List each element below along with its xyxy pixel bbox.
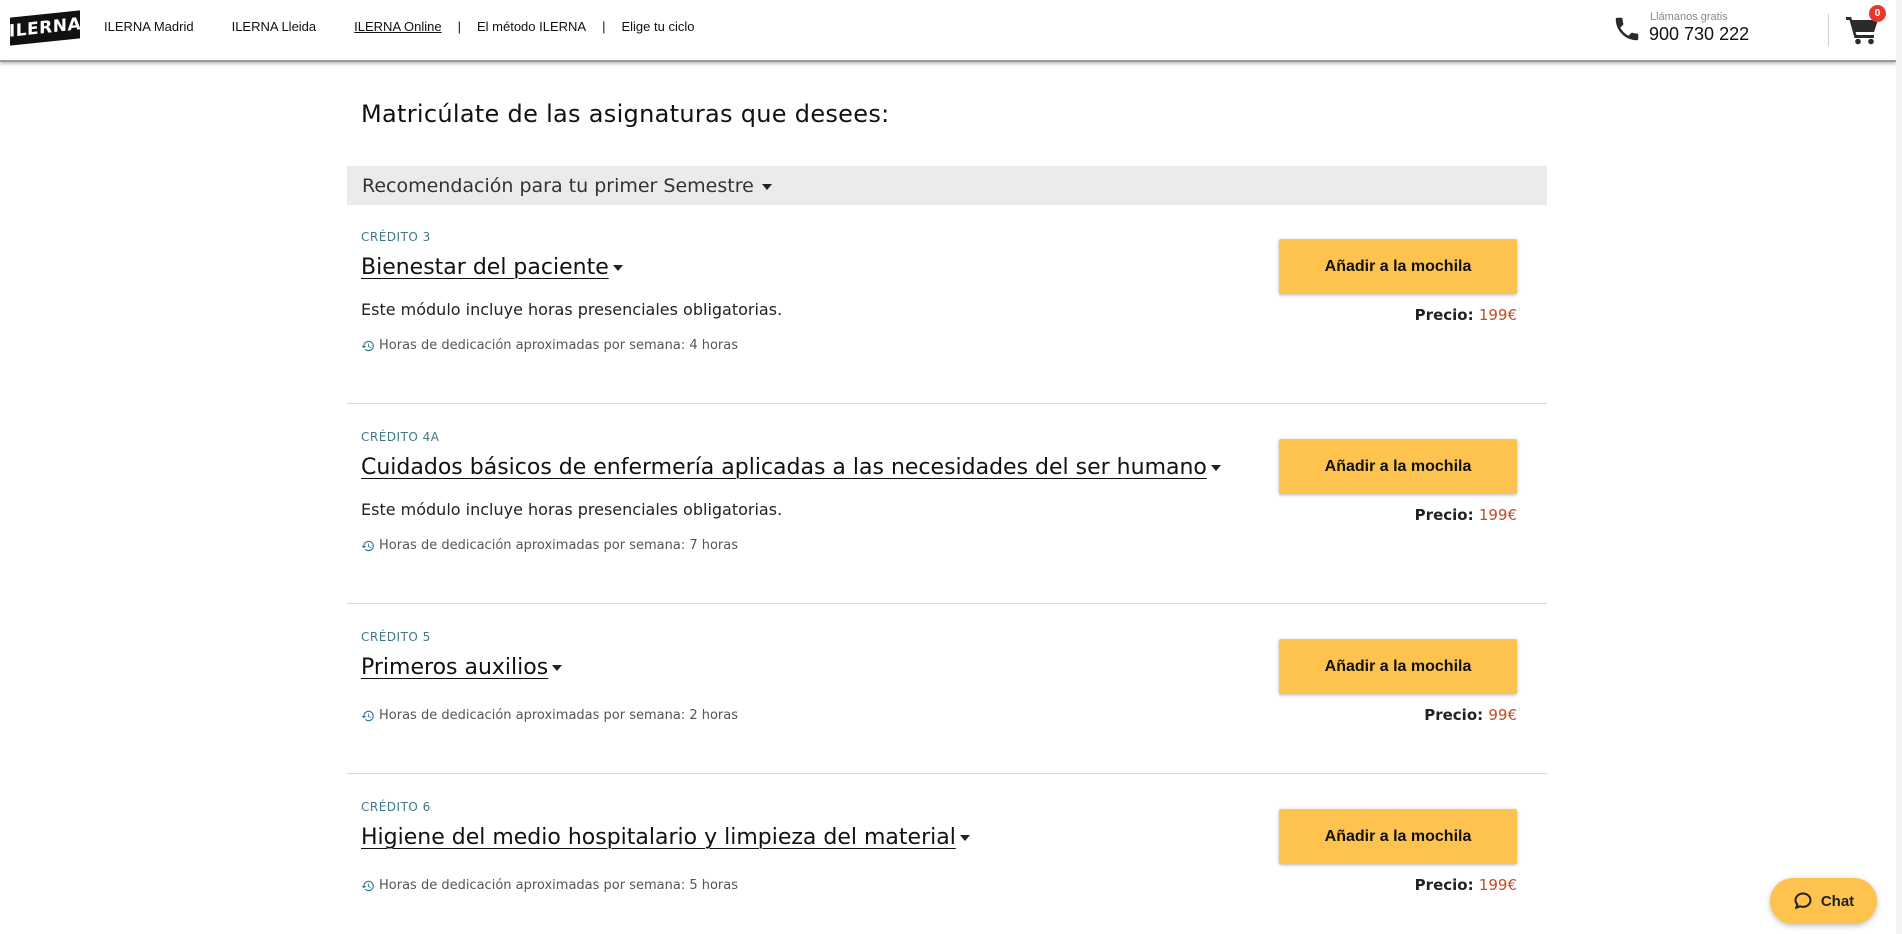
- course-price: Precio: 199€: [1415, 876, 1517, 894]
- course-credit: CRÉDITO 6: [361, 800, 431, 814]
- course-title-text[interactable]: Primeros auxilios: [361, 655, 548, 680]
- course-hours-text: Horas de dedicación aproximadas por sema…: [379, 538, 739, 553]
- course-hours-text: Horas de dedicación aproximadas por sema…: [379, 878, 739, 893]
- course-title[interactable]: Primeros auxilios: [361, 655, 563, 680]
- price-label: Precio:: [1414, 506, 1474, 524]
- course-price: Precio: 99€: [1424, 706, 1517, 724]
- main-nav: ILERNA Madrid ILERNA Lleida ILERNA Onlin…: [104, 19, 710, 34]
- course-title-text[interactable]: Higiene del medio hospitalario y limpiez…: [361, 825, 956, 850]
- add-to-backpack-button[interactable]: Añadir a la mochila: [1279, 639, 1517, 694]
- cart-count-badge: 0: [1869, 5, 1886, 22]
- chat-bubble-icon: [1794, 892, 1812, 910]
- course-credit: CRÉDITO 3: [361, 230, 431, 244]
- phone-icon: [1615, 17, 1639, 41]
- course-divider: [347, 403, 1547, 404]
- course-title[interactable]: Cuidados básicos de enfermería aplicadas…: [361, 455, 1221, 480]
- course-divider: [347, 603, 1547, 604]
- add-to-backpack-button[interactable]: Añadir a la mochila: [1279, 239, 1517, 294]
- course-credit: CRÉDITO 5: [361, 630, 431, 644]
- price-amount: 199€: [1478, 506, 1517, 524]
- scrollbar[interactable]: [1896, 0, 1902, 934]
- site-header: ILERNA ILERNA Madrid ILERNA Lleida ILERN…: [0, 0, 1896, 62]
- price-amount: 99€: [1488, 706, 1517, 724]
- caret-down-icon: [612, 265, 623, 271]
- course-title-text[interactable]: Bienestar del paciente: [361, 255, 609, 280]
- course-hours-text: Horas de dedicación aproximadas por sema…: [379, 338, 739, 353]
- price-label: Precio:: [1424, 706, 1484, 724]
- course-note: Este módulo incluye horas presenciales o…: [361, 300, 783, 319]
- course-title[interactable]: Higiene del medio hospitalario y limpiez…: [361, 825, 970, 850]
- course-title[interactable]: Bienestar del paciente: [361, 255, 623, 280]
- semester-label-text: Recomendación para tu primer Semestre: [362, 175, 754, 197]
- history-icon: [361, 540, 374, 551]
- course-hours: Horas de dedicación aproximadas por sema…: [361, 708, 738, 723]
- page-title: Matricúlate de las asignaturas que desee…: [361, 100, 890, 128]
- ilerna-logo[interactable]: ILERNA: [9, 10, 81, 46]
- course-note: Este módulo incluye horas presenciales o…: [361, 500, 783, 519]
- course-divider: [347, 773, 1547, 774]
- caret-down-icon: [552, 665, 563, 671]
- nav-item-madrid[interactable]: ILERNA Madrid: [104, 19, 194, 34]
- price-label: Precio:: [1414, 876, 1474, 894]
- course-hours: Horas de dedicación aproximadas por sema…: [361, 338, 738, 353]
- header-divider: [1828, 14, 1829, 46]
- nav-item-online[interactable]: ILERNA Online: [354, 19, 441, 34]
- course-price: Precio: 199€: [1415, 306, 1517, 324]
- chat-button[interactable]: Chat: [1770, 878, 1877, 924]
- nav-separator: |: [457, 19, 461, 34]
- price-amount: 199€: [1478, 306, 1517, 324]
- nav-separator: |: [602, 19, 606, 34]
- add-to-backpack-button[interactable]: Añadir a la mochila: [1279, 809, 1517, 864]
- course-hours: Horas de dedicación aproximadas por sema…: [361, 538, 738, 553]
- price-label: Precio:: [1414, 306, 1474, 324]
- course-price: Precio: 199€: [1415, 506, 1517, 524]
- course-title-text[interactable]: Cuidados básicos de enfermería aplicadas…: [361, 455, 1207, 480]
- semester-toggle[interactable]: Recomendación para tu primer Semestre: [347, 166, 1547, 205]
- caret-down-icon: [1210, 465, 1221, 471]
- nav-item-lleida[interactable]: ILERNA Lleida: [232, 19, 317, 34]
- history-icon: [361, 710, 374, 721]
- nav-item-metodo[interactable]: El método ILERNA: [477, 19, 586, 34]
- add-to-backpack-button[interactable]: Añadir a la mochila: [1279, 439, 1517, 494]
- course-credit: CRÉDITO 4A: [361, 430, 440, 444]
- chat-label[interactable]: Chat: [1821, 893, 1854, 910]
- caret-down-icon: [959, 835, 970, 841]
- course-hours-text: Horas de dedicación aproximadas por sema…: [379, 708, 739, 723]
- course-hours: Horas de dedicación aproximadas por sema…: [361, 878, 738, 893]
- price-amount: 199€: [1478, 876, 1517, 894]
- history-icon: [361, 340, 374, 351]
- semester-label: Recomendación para tu primer Semestre: [362, 175, 772, 197]
- nav-item-elige-ciclo[interactable]: Elige tu ciclo: [621, 19, 694, 34]
- phone-number[interactable]: 900 730 222: [1649, 24, 1749, 45]
- history-icon: [361, 880, 374, 891]
- caret-down-icon: [761, 183, 772, 190]
- phone-label: Llámanos gratis: [1650, 11, 1728, 23]
